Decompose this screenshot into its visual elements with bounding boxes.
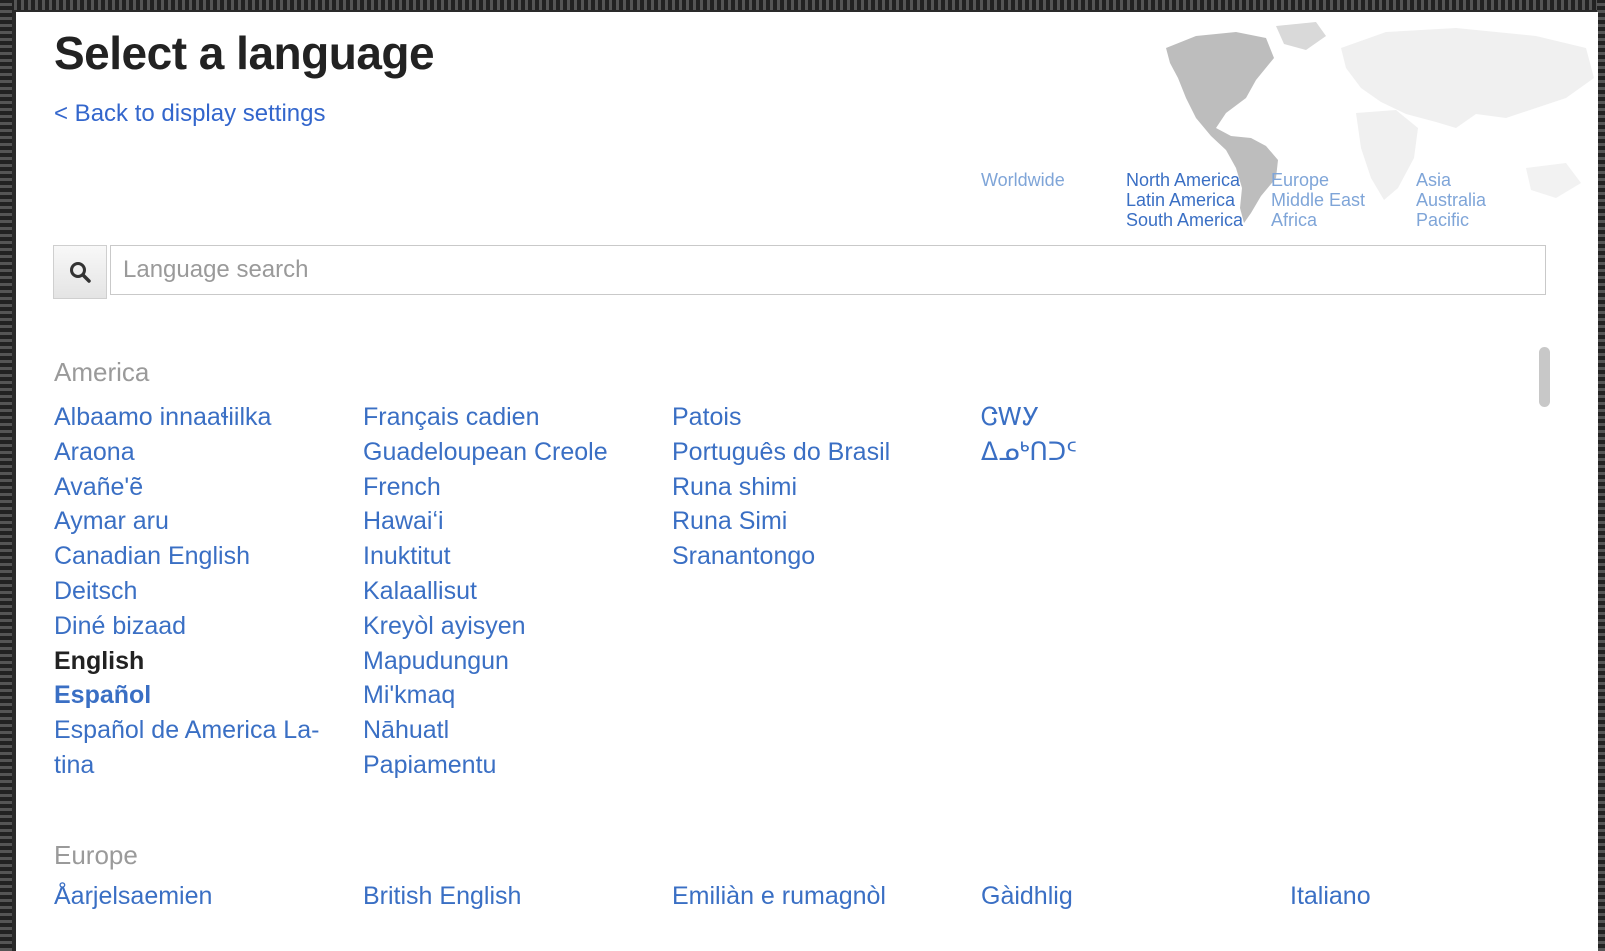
language-search-bar (53, 245, 1561, 299)
language-link[interactable]: Deitsch (54, 574, 344, 609)
region-europe-africa-link[interactable]: Europe Middle East Africa (1271, 170, 1365, 230)
language-link[interactable]: French (363, 470, 653, 505)
language-link[interactable]: Avañe'ẽ (54, 470, 344, 505)
america-column-1: Albaamo innaaɬiilka Araona Avañe'ẽ Aymar… (54, 400, 344, 783)
language-link[interactable]: British English (363, 882, 521, 911)
language-link[interactable]: Hawaiʻi (363, 504, 653, 539)
search-button[interactable] (53, 245, 107, 299)
language-link[interactable]: Albaamo innaaɬiilka (54, 400, 344, 435)
current-language: English (54, 646, 145, 675)
region-asia-pacific-link[interactable]: Asia Australia Pacific (1416, 170, 1486, 230)
language-link[interactable]: Mapudungun (363, 644, 653, 679)
language-link[interactable]: Emiliàn e rumagnòl (672, 882, 886, 911)
language-search-input[interactable] (110, 245, 1546, 295)
section-heading-america: America (54, 357, 150, 387)
language-link[interactable]: Kalaallisut (363, 574, 653, 609)
america-column-2: Français cadien Guadeloupean Creole Fren… (363, 400, 653, 783)
region-line: Worldwide (981, 170, 1065, 190)
window-border-right (1597, 0, 1605, 951)
language-link[interactable]: Diné bizaad (54, 609, 344, 644)
window-border-top (0, 0, 1605, 10)
language-panel: Select a language < Back to display sett… (16, 12, 1598, 951)
america-column-4: ᏣᎳᎩ ᐃᓄᒃᑎᑐᑦ (981, 400, 1271, 470)
language-link[interactable]: Mi'kmaq (363, 678, 653, 713)
region-line: Pacific (1416, 210, 1470, 230)
america-column-3: Patois Português do Brasil Runa shimi Ru… (672, 400, 962, 574)
scrollbar-track[interactable] (1536, 344, 1550, 944)
language-link[interactable]: Español de America La-tina (54, 713, 334, 783)
language-link[interactable]: Português do Brasil (672, 435, 962, 470)
language-link[interactable]: Italiano (1290, 882, 1371, 911)
language-link[interactable]: Kreyòl ayisyen (363, 609, 653, 644)
language-link[interactable]: Guadeloupean Creole (363, 435, 653, 470)
search-icon (70, 262, 91, 283)
page-title: Select a language (54, 27, 435, 79)
scrollbar-thumb[interactable] (1539, 347, 1550, 407)
language-link[interactable]: Nāhuatl (363, 713, 653, 748)
language-link[interactable]: Inuktitut (363, 539, 653, 574)
africa-shape (1356, 110, 1418, 200)
language-link[interactable]: ᐃᓄᒃᑎᑐᑦ (981, 435, 1271, 470)
region-line: Africa (1271, 210, 1318, 230)
region-line: Australia (1416, 190, 1487, 210)
language-link[interactable]: ᏣᎳᎩ (981, 400, 1271, 435)
window-border-left (0, 0, 12, 951)
region-line: South America (1126, 210, 1244, 230)
language-link[interactable]: Runa Simi (672, 504, 962, 539)
back-to-display-settings-link[interactable]: < Back to display settings (54, 100, 325, 128)
language-link[interactable]: Sranantongo (672, 539, 962, 574)
australia-shape (1526, 163, 1581, 198)
greenland-shape (1276, 22, 1326, 50)
language-link[interactable]: Araona (54, 435, 344, 470)
region-line: North America (1126, 170, 1241, 190)
region-americas-link[interactable]: North America Latin America South Americ… (1126, 170, 1243, 230)
language-link[interactable]: Canadian English (54, 539, 344, 574)
language-link[interactable]: Aymar aru (54, 504, 344, 539)
region-line: Middle East (1271, 190, 1366, 210)
region-line: Latin America (1126, 190, 1236, 210)
language-link[interactable]: Papiamentu (363, 748, 653, 783)
language-link[interactable]: Åarjelsaemien (54, 882, 212, 911)
section-heading-europe: Europe (54, 840, 138, 870)
language-link[interactable]: Runa shimi (672, 470, 962, 505)
language-link[interactable]: Gàidhlig (981, 882, 1073, 911)
language-link[interactable]: Patois (672, 400, 962, 435)
region-line: Europe (1271, 170, 1330, 190)
region-line: Asia (1416, 170, 1452, 190)
region-worldwide-link[interactable]: Worldwide (981, 170, 1065, 190)
language-link[interactable]: Español (54, 678, 344, 713)
language-link[interactable]: Français cadien (363, 400, 653, 435)
